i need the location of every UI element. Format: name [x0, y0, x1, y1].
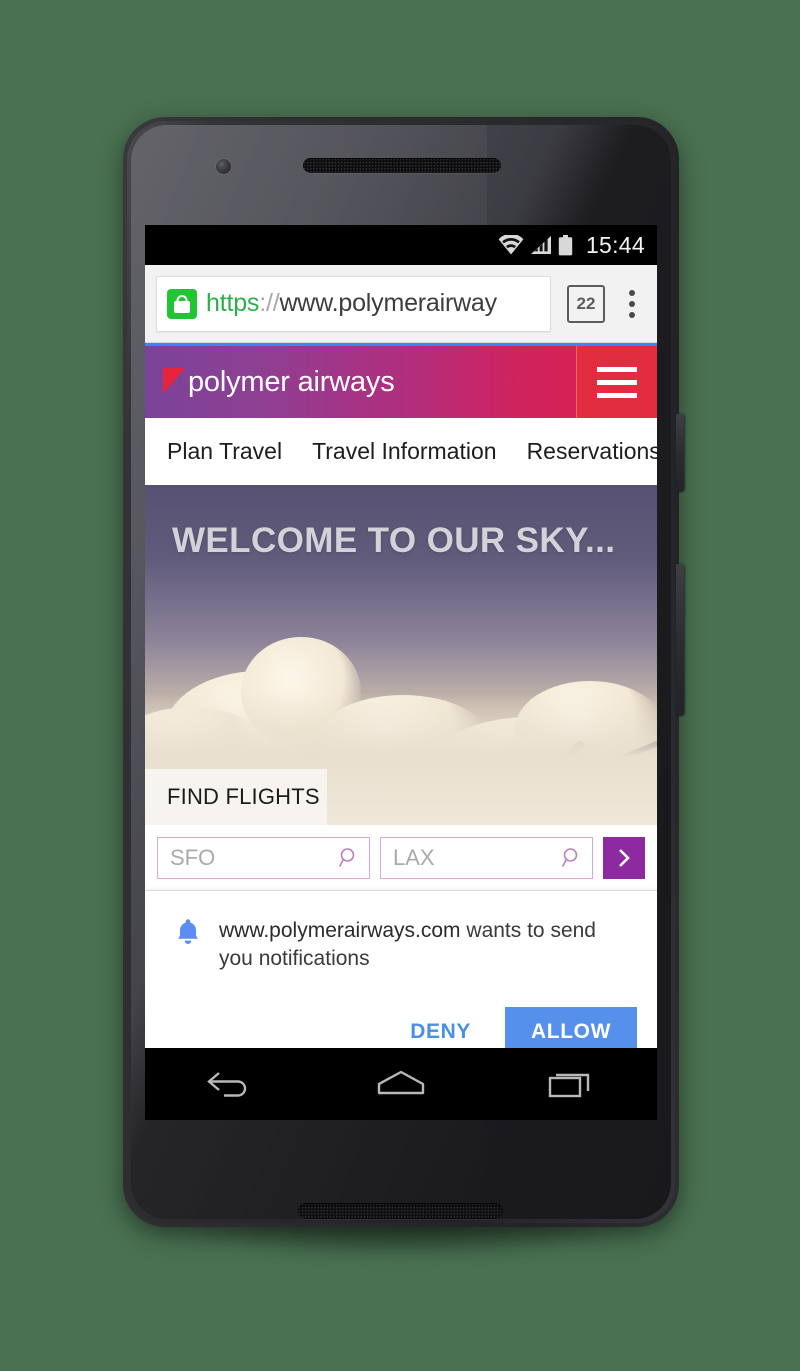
url-text: https://www.polymerairway	[206, 289, 497, 318]
recents-icon	[548, 1073, 589, 1098]
earpiece-speaker	[303, 158, 501, 173]
status-clock: 15:44	[585, 231, 645, 258]
wifi-icon	[498, 235, 524, 255]
notification-permission-dialog: www.polymerairways.com wants to send you…	[145, 891, 657, 1074]
origin-value: SFO	[170, 844, 216, 870]
overflow-menu-icon[interactable]	[615, 284, 649, 324]
home-button[interactable]	[356, 1048, 446, 1120]
url-scheme: https	[206, 289, 260, 317]
hamburger-bar	[597, 379, 637, 385]
permission-body: www.polymerairways.com wants to send you…	[165, 917, 637, 973]
power-button[interactable]	[676, 414, 684, 492]
flag-triangle-icon	[163, 368, 185, 394]
lock-icon[interactable]	[167, 288, 197, 319]
url-host: www.polymerairway	[279, 289, 497, 317]
destination-input[interactable]: LAX	[380, 836, 593, 879]
battery-icon	[558, 234, 573, 255]
bell-icon	[178, 919, 198, 944]
overflow-dot	[629, 289, 635, 296]
nav-item-travel-information[interactable]: Travel Information	[312, 438, 497, 465]
recents-button[interactable]	[527, 1048, 617, 1120]
back-icon	[207, 1072, 247, 1097]
hamburger-menu-icon[interactable]	[576, 346, 657, 418]
brand-name: polymer airways	[188, 365, 395, 398]
hamburger-bar	[597, 366, 637, 372]
search-icon	[338, 847, 355, 867]
home-icon	[377, 1070, 425, 1095]
status-icon-group: 15:44	[498, 232, 645, 259]
screenshot-stage: 15:44 https://www.polymerairway 22 polym…	[0, 0, 800, 1371]
origin-input[interactable]: SFO	[157, 836, 370, 879]
site-nav: Plan Travel Travel Information Reservati…	[145, 418, 657, 485]
back-button[interactable]	[185, 1048, 275, 1120]
search-submit-button[interactable]	[603, 836, 645, 879]
permission-message: www.polymerairways.com wants to send you…	[219, 917, 619, 973]
android-nav-bar	[145, 1048, 657, 1120]
hero-banner: WELCOME TO OUR SKY... FIND FLIGHTS	[145, 485, 657, 825]
tab-counter-button[interactable]: 22	[567, 284, 605, 323]
volume-rocker[interactable]	[676, 564, 684, 716]
destination-value: LAX	[393, 844, 435, 870]
browser-toolbar: https://www.polymerairway 22	[145, 265, 657, 343]
cellular-signal-icon	[530, 236, 551, 254]
nav-item-reservations[interactable]: Reservations	[527, 438, 657, 465]
find-flights-label: FIND FLIGHTS	[167, 784, 320, 809]
site-header: polymer airways	[145, 346, 657, 418]
overflow-dot	[629, 300, 635, 307]
flight-search-row: SFO LAX	[145, 825, 657, 891]
bottom-speaker	[298, 1203, 503, 1219]
find-flights-tab[interactable]: FIND FLIGHTS	[145, 769, 327, 825]
url-bar[interactable]: https://www.polymerairway	[156, 275, 551, 332]
nav-item-plan-travel[interactable]: Plan Travel	[167, 438, 282, 465]
tab-count-label: 22	[576, 293, 596, 313]
hero-title: WELCOME TO OUR SKY...	[172, 521, 616, 560]
overflow-dot	[629, 311, 635, 318]
brand[interactable]: polymer airways	[145, 346, 576, 418]
android-status-bar: 15:44	[145, 225, 657, 265]
permission-origin: www.polymerairways.com	[219, 919, 461, 942]
hamburger-bar	[597, 392, 637, 398]
chevron-right-icon	[619, 848, 630, 867]
phone-screen: 15:44 https://www.polymerairway 22 polym…	[145, 225, 657, 1120]
search-icon	[561, 847, 578, 867]
url-separator: ://	[259, 289, 280, 317]
front-camera	[216, 159, 231, 174]
